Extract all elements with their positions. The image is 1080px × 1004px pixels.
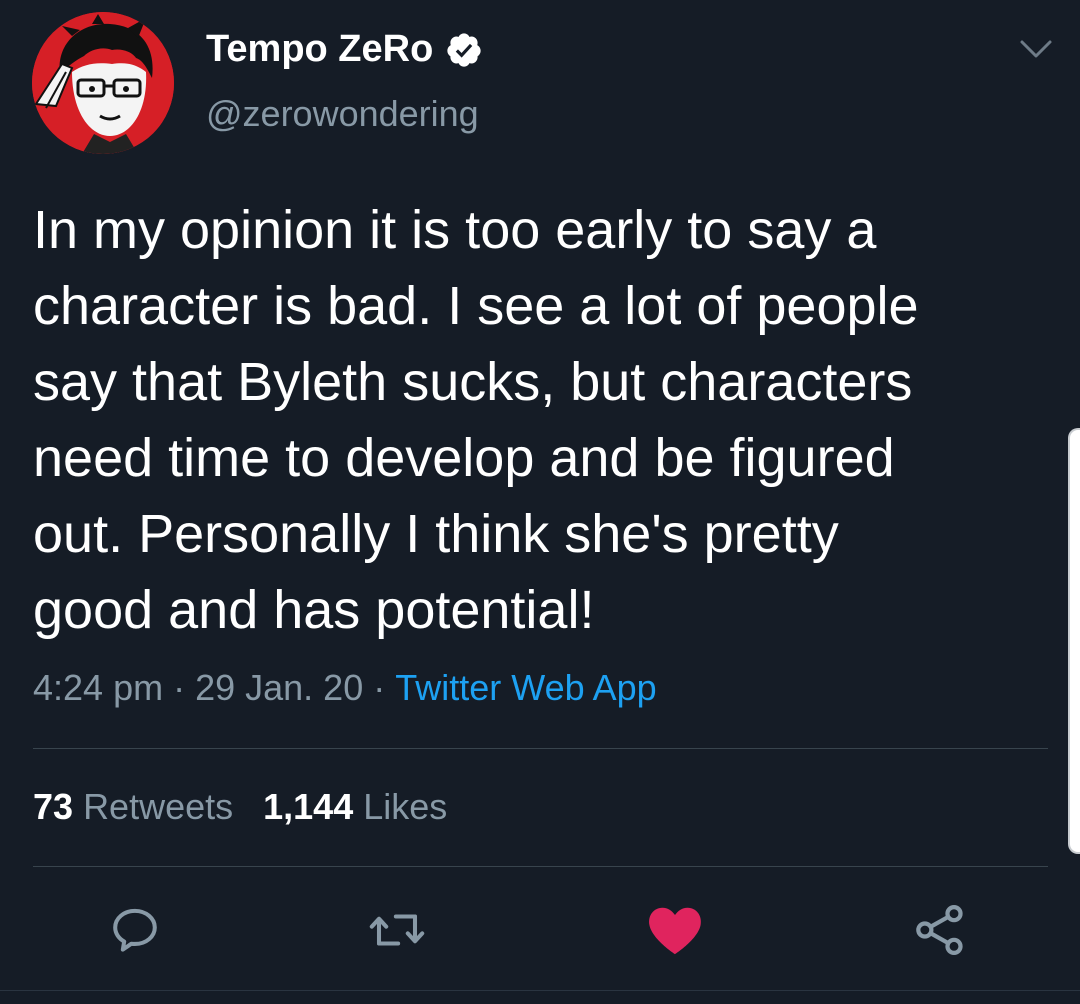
tweet-source-link[interactable]: Twitter Web App (395, 667, 656, 708)
retweets-count: 73 (33, 786, 74, 827)
divider (33, 866, 1048, 867)
reply-button[interactable] (105, 900, 165, 960)
tweet-text-line: out. Personally I think she's pretty (33, 504, 839, 564)
meta-separator: · (373, 667, 386, 708)
scrollbar-handle[interactable] (1068, 428, 1080, 854)
retweet-icon (369, 914, 425, 946)
like-button[interactable] (645, 900, 705, 960)
tweet-detail: Tempo ZeRo @zerowondering In my opinion … (0, 0, 1080, 1004)
tweet-meta: 4:24 pm · 29 Jan. 20 · Twitter Web App (33, 667, 657, 709)
heart-icon (649, 907, 701, 955)
avatar-image (32, 12, 174, 154)
retweets-label: Retweets (83, 786, 234, 827)
share-icon (916, 905, 963, 955)
tweet-text-line: say that Byleth sucks, but characters (33, 352, 913, 412)
tweet-text: In my opinion it is too early to say a c… (33, 192, 1043, 648)
likes-count: 1,144 (263, 786, 354, 827)
share-button[interactable] (910, 900, 970, 960)
author-name-row[interactable]: Tempo ZeRo (206, 28, 483, 71)
divider (0, 990, 1080, 991)
tweet-text-line: good and has potential! (33, 580, 595, 640)
divider (33, 748, 1048, 749)
retweet-button[interactable] (367, 900, 427, 960)
retweets-stat[interactable]: 73 Retweets (33, 786, 233, 827)
tweet-time: 4:24 pm (33, 667, 164, 708)
verified-badge-icon (447, 32, 481, 67)
avatar[interactable] (32, 12, 174, 154)
tweet-text-line: character is bad. I see a lot of people (33, 276, 919, 336)
speech-bubble-icon (113, 908, 157, 952)
tweet-stats: 73 Retweets 1,144 Likes (33, 786, 447, 828)
tweet-text-line: In my opinion it is too early to say a (33, 200, 877, 260)
meta-separator: · (173, 667, 186, 708)
likes-label: Likes (363, 786, 448, 827)
author-display-name[interactable]: Tempo ZeRo (206, 28, 433, 71)
chevron-down-icon[interactable] (1018, 38, 1054, 60)
tweet-text-line: need time to develop and be figured (33, 428, 895, 488)
author-handle[interactable]: @zerowondering (206, 93, 479, 135)
likes-stat[interactable]: 1,144 Likes (263, 786, 447, 827)
tweet-date: 29 Jan. 20 (195, 667, 364, 708)
